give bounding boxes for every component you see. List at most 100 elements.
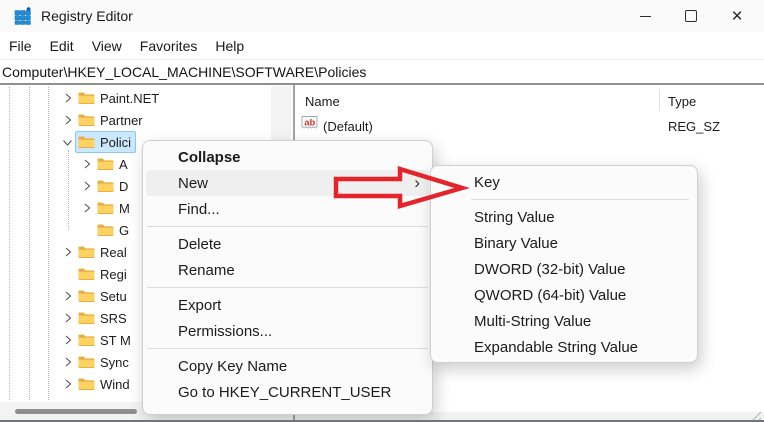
tree-item-label: Sync	[100, 354, 129, 370]
folder-icon	[97, 223, 114, 237]
folder-icon	[78, 289, 95, 303]
menu-item-new[interactable]: New ›	[146, 170, 429, 196]
folder-icon	[78, 135, 95, 149]
menu-item-copy-key-name[interactable]: Copy Key Name	[146, 353, 429, 379]
svg-text:ab: ab	[304, 117, 315, 128]
menu-item-label: Collapse	[178, 148, 241, 166]
folder-icon	[78, 311, 95, 325]
tree-item-label: A	[119, 156, 128, 172]
tree-item-regi[interactable]: Regi	[60, 263, 132, 285]
close-button[interactable]: ×	[714, 0, 760, 32]
column-header-name[interactable]: Name	[305, 94, 340, 109]
menu-item-expandable-string-value[interactable]: Expandable String Value	[434, 334, 694, 360]
chevron-down-icon[interactable]	[60, 135, 76, 150]
menu-item-label: Delete	[178, 235, 222, 253]
title-bar[interactable]: Registry Editor ×	[0, 0, 764, 32]
tree-item-m[interactable]: M	[79, 197, 135, 219]
chevron-right-icon[interactable]	[60, 288, 75, 304]
minimize-button[interactable]	[622, 0, 668, 32]
window-title: Registry Editor	[41, 8, 133, 24]
tree-item-label: M	[119, 200, 130, 216]
chevron-right-icon[interactable]	[60, 376, 75, 392]
tree-item-srs[interactable]: SRS	[60, 307, 132, 329]
tree-item-polici[interactable]: Polici	[60, 131, 137, 153]
menu-item-go-to-hkey-current-user[interactable]: Go to HKEY_CURRENT_USER	[146, 379, 429, 405]
menu-item-dword-32-bit-value[interactable]: DWORD (32-bit) Value	[434, 256, 694, 282]
menu-item-string-value[interactable]: String Value	[434, 204, 694, 230]
menu-item-label: QWORD (64-bit) Value	[474, 286, 627, 304]
tree-item-label: Paint.NET	[100, 90, 160, 106]
column-divider[interactable]	[659, 89, 660, 111]
menubar-item-edit[interactable]: Edit	[41, 32, 83, 59]
menu-item-export[interactable]: Export	[146, 292, 429, 318]
menu-separator	[147, 348, 428, 349]
menubar-item-view[interactable]: View	[83, 32, 131, 59]
maximize-button[interactable]	[668, 0, 714, 32]
minimize-icon	[639, 15, 651, 17]
menu-item-label: Find...	[178, 200, 220, 218]
column-header-type[interactable]: Type	[668, 94, 696, 109]
menu-item-rename[interactable]: Rename	[146, 257, 429, 283]
menu-item-key[interactable]: Key	[434, 169, 694, 195]
context-menu: Collapse New › Find... Delete Rename Export Per…	[142, 140, 433, 415]
chevron-right-icon[interactable]	[60, 332, 75, 348]
tree-item-sync[interactable]: Sync	[60, 351, 134, 373]
tree-item-g[interactable]: G	[79, 219, 134, 241]
tree-item-paint-net[interactable]: Paint.NET	[60, 87, 164, 109]
tree-item-label: Setu	[100, 288, 127, 304]
value-type-regsz: REG_SZ	[668, 119, 721, 134]
registry-editor-window: Registry Editor × File Edit View Favorites H…	[0, 0, 764, 422]
tree-item-wind[interactable]: Wind	[60, 373, 135, 395]
window-resize-grip[interactable]	[748, 410, 762, 422]
tree-item-label: Regi	[100, 266, 127, 282]
menu-item-label: Expandable String Value	[474, 338, 639, 356]
chevron-right-icon[interactable]	[60, 112, 75, 128]
tree-item-partner[interactable]: Partner	[60, 109, 148, 131]
chevron-right-icon[interactable]	[60, 354, 75, 370]
menu-bar: File Edit View Favorites Help	[0, 32, 764, 60]
registry-editor-app-icon	[14, 7, 31, 25]
menu-item-label: Multi-String Value	[474, 312, 592, 330]
menu-item-delete[interactable]: Delete	[146, 231, 429, 257]
address-bar[interactable]: Computer\HKEY_LOCAL_MACHINE\SOFTWARE\Pol…	[0, 60, 764, 85]
menu-item-find[interactable]: Find...	[146, 196, 429, 222]
menu-item-label: Export	[178, 296, 222, 314]
menu-item-label: Key	[474, 173, 500, 191]
menu-separator	[147, 287, 428, 288]
menubar-item-file[interactable]: File	[0, 32, 41, 59]
close-icon: ×	[731, 5, 743, 27]
submenu-arrow-icon: ›	[414, 173, 420, 192]
menu-item-label: Rename	[178, 261, 235, 279]
value-name-default[interactable]: (Default)	[323, 119, 373, 134]
menu-item-permissions[interactable]: Permissions...	[146, 318, 429, 344]
folder-icon	[97, 201, 114, 215]
chevron-right-icon[interactable]	[79, 178, 94, 194]
menu-item-label: DWORD (32-bit) Value	[474, 260, 626, 278]
tree-item-d[interactable]: D	[79, 175, 133, 197]
menu-item-collapse[interactable]: Collapse	[146, 144, 429, 170]
tree-item-label: Wind	[100, 376, 130, 392]
chevron-right-icon[interactable]	[60, 244, 75, 260]
tree-item-st-m[interactable]: ST M	[60, 329, 136, 351]
folder-icon	[78, 333, 95, 347]
menubar-item-help[interactable]: Help	[206, 32, 253, 59]
chevron-right-icon[interactable]	[79, 200, 94, 216]
chevron-right-icon[interactable]	[60, 310, 75, 326]
string-value-icon: ab	[301, 116, 318, 129]
tree-horizontal-scrollbar-thumb[interactable]	[15, 409, 137, 414]
tree-item-label: ST M	[100, 332, 131, 348]
chevron-right-icon[interactable]	[60, 90, 75, 106]
folder-icon	[97, 157, 114, 171]
tree-guide-line	[29, 87, 30, 400]
chevron-right-icon[interactable]	[79, 156, 94, 172]
menubar-item-favorites[interactable]: Favorites	[131, 32, 207, 59]
tree-item-setu[interactable]: Setu	[60, 285, 132, 307]
menu-item-label: New	[178, 174, 209, 192]
tree-item-real[interactable]: Real	[60, 241, 132, 263]
menu-item-multi-string-value[interactable]: Multi-String Value	[434, 308, 694, 334]
menu-item-binary-value[interactable]: Binary Value	[434, 230, 694, 256]
folder-icon	[78, 245, 95, 259]
address-path: Computer\HKEY_LOCAL_MACHINE\SOFTWARE\Pol…	[2, 63, 367, 80]
tree-item-a[interactable]: A	[79, 153, 133, 175]
menu-item-qword-64-bit-value[interactable]: QWORD (64-bit) Value	[434, 282, 694, 308]
